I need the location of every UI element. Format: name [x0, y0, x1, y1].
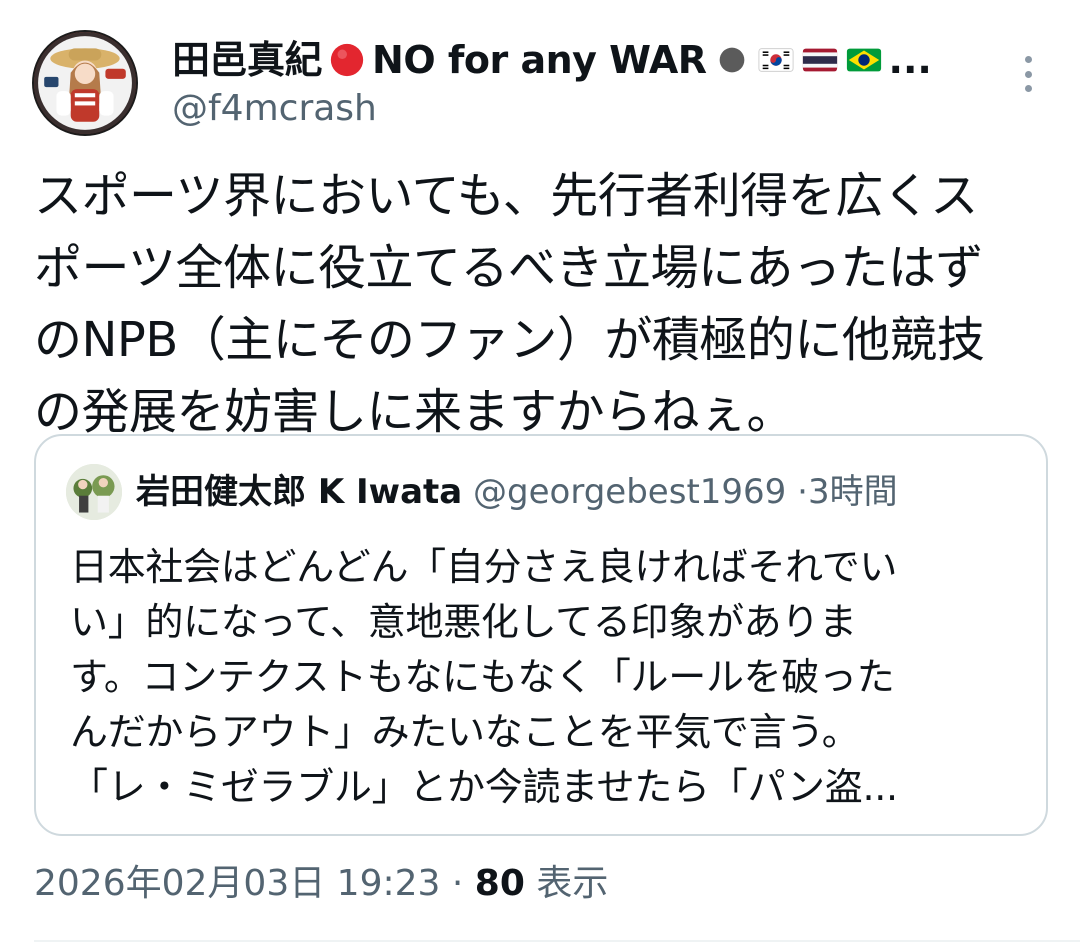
views-label: 表示: [536, 863, 609, 904]
avatar-image: [34, 32, 136, 134]
quoted-text-line: す。コンテクストもなにもなく「ルールを破った: [70, 655, 895, 699]
quoted-text-line: 日本社会はどんどん「自分さえ良ければそれでい: [70, 545, 898, 589]
quoted-author-handle[interactable]: @georgebest1969: [473, 472, 786, 512]
tweet-timestamp[interactable]: 2026年02月03日 19:23: [34, 863, 440, 904]
quoted-timestamp[interactable]: 3時間: [808, 472, 898, 512]
author-handle[interactable]: @f4mcrash: [172, 86, 377, 132]
tweet-meta: 2026年02月03日 19:23 · 80 表示: [34, 858, 608, 910]
more-dot: [1024, 85, 1032, 92]
author-display-name-suffix[interactable]: NO for any WAR: [372, 34, 707, 86]
views-count: 80: [474, 863, 525, 904]
flag-brazil-icon: [845, 41, 883, 79]
quoted-author-avatar: [66, 464, 122, 520]
quoted-author-name[interactable]: 岩田健太郎 K Iwata: [136, 472, 462, 512]
flag-thailand-icon: [801, 41, 839, 79]
author-display-name[interactable]: 田邑真紀: [172, 34, 323, 86]
divider: [34, 940, 1080, 942]
more-options-icon[interactable]: [1010, 52, 1046, 96]
tweet-detail: 田邑真紀 NO for any WAR ... @f4mcrash スポーツ界に…: [0, 0, 1080, 948]
author-name-row[interactable]: 田邑真紀 NO for any WAR ...: [172, 34, 972, 86]
tweet-text-line: ポーツ全体に役立てるべき立場にあったはず: [34, 240, 984, 296]
quoted-tweet-text: 日本社会はどんどん「自分さえ良ければそれでい い」的になって、意地悪化してる印象…: [70, 540, 1030, 815]
more-dot: [1024, 56, 1032, 63]
quoted-text-line: い」的になって、意地悪化してる印象がありま: [70, 600, 857, 644]
quoted-text-line: んだからアウト」みたいなことを平気で言う。: [70, 710, 860, 754]
flag-south-korea-icon: [757, 41, 795, 79]
black-circle-icon: [713, 41, 751, 79]
more-dot: [1024, 70, 1032, 78]
tweet-text-line: のNPB（主にそのファン）が積極的に他競技: [34, 312, 985, 368]
tweet-text-line: スポーツ界においても、先行者利得を広くス: [34, 168, 978, 224]
quoted-separator: ·: [797, 472, 808, 512]
quoted-tweet-card[interactable]: 岩田健太郎 K Iwata @georgebest1969 ·3時間 日本社会は…: [34, 434, 1048, 836]
quoted-text-line: 「レ・ミゼラブル」とか今読ませたら「パン盗...: [70, 765, 898, 809]
quoted-avatar-image: [66, 464, 122, 520]
meta-separator: ·: [451, 863, 464, 904]
tweet-text: スポーツ界においても、先行者利得を広くス ポーツ全体に役立てるべき立場にあったは…: [34, 160, 1054, 448]
name-truncation: ...: [888, 38, 932, 82]
quoted-tweet-header: 岩田健太郎 K Iwata @georgebest1969 ·3時間: [136, 468, 898, 516]
red-circle-icon: [328, 41, 366, 79]
author-avatar[interactable]: [32, 30, 138, 136]
